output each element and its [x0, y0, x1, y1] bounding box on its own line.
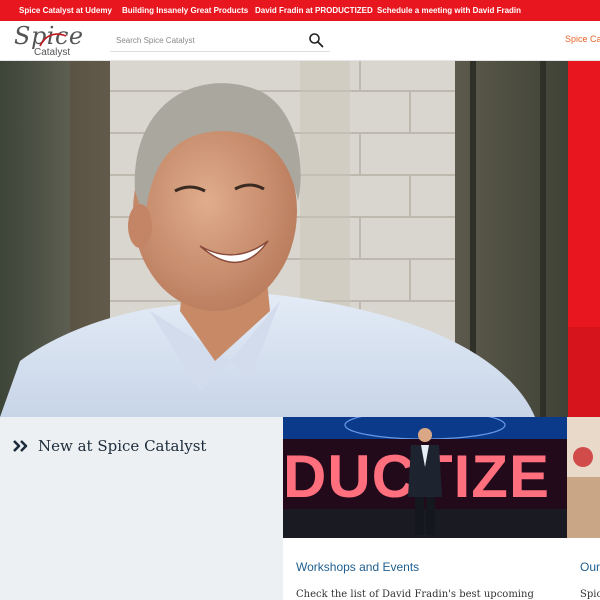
- card-description: Spic: [580, 589, 600, 600]
- stage-photo: DUCTIZE: [283, 417, 567, 538]
- card-thumbnail: [567, 417, 600, 538]
- portrait-photo: [0, 61, 568, 417]
- card-workshops-events[interactable]: DUCTIZE Workshops and Events Check the l…: [283, 417, 567, 600]
- search-bar: [110, 28, 330, 52]
- site-header: Spice Catalyst Spice Catalyst: [0, 21, 600, 61]
- featured-section: New at Spice Catalyst DUCTIZE Workshops …: [0, 417, 600, 600]
- card-description: Check the list of David Fradin's best up…: [296, 589, 534, 600]
- section-heading-text: New at Spice Catalyst: [38, 437, 207, 455]
- top-link-bar: Spice Catalyst at Udemy Building Insanel…: [0, 0, 600, 21]
- logo-subtitle: Catalyst: [34, 47, 71, 58]
- card-title[interactable]: Workshops and Events: [296, 560, 419, 574]
- section-intro-panel: New at Spice Catalyst: [0, 417, 283, 600]
- topbar-link-productized[interactable]: David Fradin at PRODUCTIZED: [255, 0, 373, 21]
- double-chevron-right-icon: [13, 440, 28, 452]
- search-input[interactable]: [116, 31, 296, 49]
- card-partial[interactable]: Our Spic: [567, 417, 600, 600]
- topbar-link-udemy[interactable]: Spice Catalyst at Udemy: [19, 0, 112, 21]
- search-icon[interactable]: [308, 32, 324, 48]
- section-heading: New at Spice Catalyst: [12, 437, 206, 455]
- card-title[interactable]: Our: [580, 560, 600, 574]
- hero-side-panel: [568, 61, 600, 417]
- topbar-link-schedule-meeting[interactable]: Schedule a meeting with David Fradin: [377, 0, 521, 21]
- logo-swoosh-icon: [39, 33, 67, 47]
- card-image: DUCTIZE: [283, 417, 567, 538]
- card-image: [567, 417, 600, 538]
- hero-side-band: [568, 327, 600, 417]
- topbar-link-building-products[interactable]: Building Insanely Great Products: [122, 0, 248, 21]
- header-nav-link[interactable]: Spice Catalyst: [565, 34, 600, 44]
- site-logo[interactable]: Spice Catalyst: [12, 22, 83, 59]
- hero-banner: [0, 61, 600, 417]
